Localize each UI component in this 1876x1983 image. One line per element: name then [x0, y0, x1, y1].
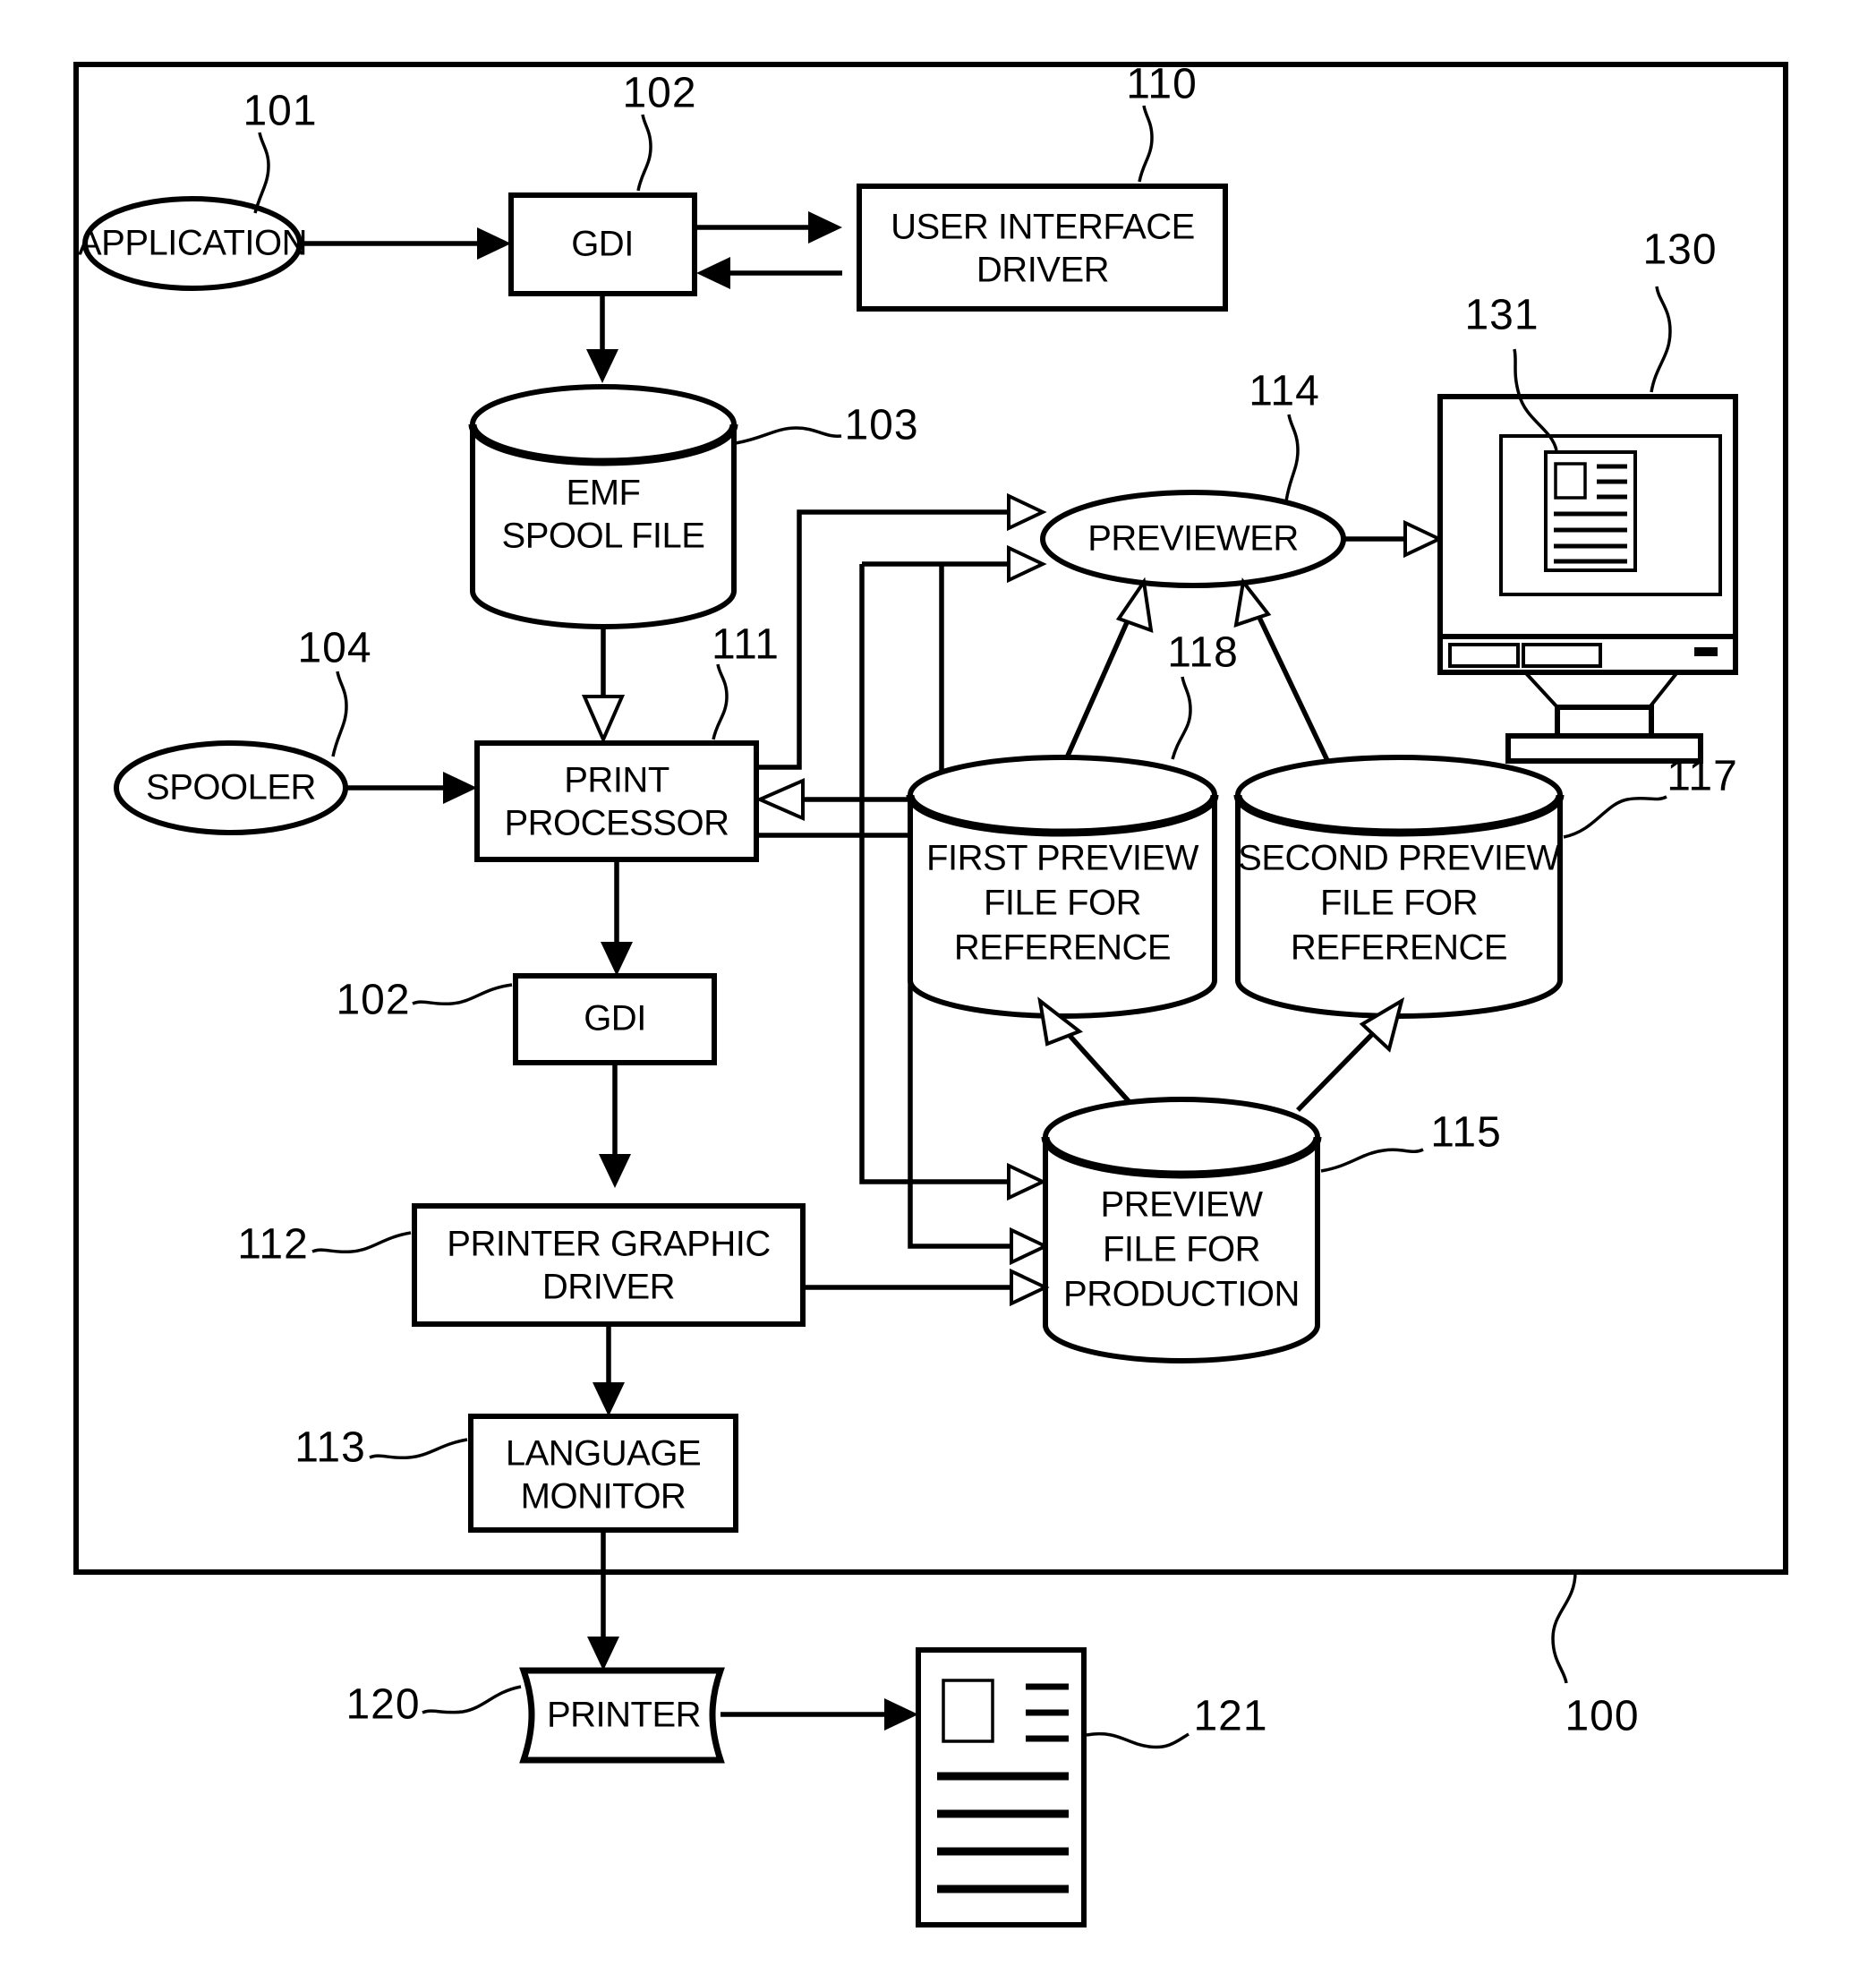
gdi-top-label: GDI [571, 225, 634, 264]
ref-num-118: 118 [1167, 629, 1239, 677]
leader-line-117 [1563, 795, 1667, 839]
arrowhead-gdi-to-emf-spool [586, 349, 618, 383]
arrowhead-first-preview-to-previewer [1115, 577, 1154, 634]
printer-graphic-driver-label-line2: DRIVER [542, 1268, 675, 1307]
ref-num-100: 100 [1565, 1693, 1639, 1740]
preview-file-production-label-line2: FILE FOR [1103, 1230, 1260, 1269]
gdi-bottom-label: GDI [584, 999, 646, 1039]
previewer-label: PREVIEWER [1087, 519, 1299, 559]
ref-num-110: 110 [1126, 61, 1198, 108]
ui-driver-label-line1: USER INTERFACE [891, 208, 1195, 247]
arrowhead-language-monitor-to-printer [587, 1637, 619, 1671]
second-preview-file-label-line2: FILE FOR [1320, 884, 1478, 923]
block-diagram-canvas: 100 APPLICATION 101 GDI 102 USER INTERFA… [73, 61, 1788, 1927]
ref-num-114: 114 [1249, 368, 1320, 415]
ref-num-121: 121 [1193, 1693, 1267, 1740]
first-preview-file-label-line1: FIRST PREVIEW [926, 839, 1199, 878]
leader-line-118 [1171, 676, 1192, 760]
arrowhead-gdi-bottom-to-graphic-driver [599, 1154, 631, 1188]
first-preview-file-label-line2: FILE FOR [984, 884, 1141, 923]
printed-document-node [916, 1647, 1087, 1927]
emf-spool-file-label-line2: SPOOL FILE [502, 517, 705, 556]
preview-file-production-label-line1: PREVIEW [1101, 1185, 1264, 1225]
arrowhead-application-to-gdi [477, 227, 511, 260]
ref-num-117: 117 [1667, 753, 1738, 800]
printer-graphic-driver-label-line1: PRINTER GRAPHIC [447, 1225, 770, 1264]
language-monitor-label-line1: LANGUAGE [506, 1434, 701, 1474]
leader-line-102-bottom [412, 983, 513, 1006]
leader-line-115 [1320, 1148, 1424, 1173]
print-processor-label-line2: PROCESSOR [504, 804, 729, 843]
line-print-processor-to-previewer [756, 509, 1018, 770]
ref-num-130: 130 [1642, 227, 1717, 274]
language-monitor-label-line2: MONITOR [521, 1477, 686, 1517]
ref-num-104: 104 [297, 625, 371, 672]
leader-line-103 [735, 426, 842, 445]
arrowhead-printer-to-document [884, 1698, 918, 1731]
ref-num-113: 113 [294, 1424, 366, 1472]
ui-driver-label-line2: DRIVER [976, 251, 1109, 290]
leader-line-100 [1551, 1571, 1577, 1684]
printer-label: PRINTER [547, 1696, 701, 1735]
arrowhead-preview-to-print-processor [755, 777, 805, 822]
line-first-preview-to-previewer [1058, 603, 1138, 774]
ref-num-111: 111 [712, 621, 780, 669]
application-label: APPLICATION [78, 224, 307, 263]
line-second-preview-to-previewer [1250, 603, 1335, 774]
leader-line-104 [331, 671, 348, 757]
arrowhead-gdi-to-ui-driver [808, 211, 842, 244]
leader-line-130 [1650, 286, 1672, 393]
leader-line-113 [369, 1438, 468, 1460]
ref-num-120: 120 [345, 1681, 420, 1729]
arrowhead-spooler-to-print-processor [443, 772, 477, 804]
spooler-label: SPOOLER [146, 768, 316, 808]
second-preview-file-label-line3: REFERENCE [1291, 928, 1507, 968]
leader-line-120 [422, 1685, 522, 1714]
arrowhead-previewer-to-monitor [1403, 519, 1444, 559]
emf-spool-file-label-line1: EMF [567, 474, 641, 513]
preview-file-production-label-line3: PRODUCTION [1063, 1275, 1300, 1314]
arrowhead-graphic-driver-to-preview-production-upper [1007, 1162, 1047, 1201]
leader-line-112 [311, 1231, 412, 1254]
leader-line-121 [1086, 1732, 1190, 1749]
arrowhead-graphic-driver-to-language-monitor [593, 1382, 625, 1416]
leader-line-114 [1284, 414, 1300, 502]
arrowhead-print-processor-to-previewer [1007, 492, 1047, 532]
ui-driver-node [857, 184, 1228, 312]
arrowhead-graphic-driver-to-preview-production-lower [1010, 1268, 1050, 1307]
arrowhead-print-processor-to-gdi-bottom [601, 942, 633, 976]
print-processor-label-line1: PRINT [564, 761, 669, 800]
second-preview-file-label-line1: SECOND PREVIEW [1238, 839, 1560, 878]
ref-num-115: 115 [1430, 1109, 1502, 1157]
ref-num-112: 112 [237, 1221, 309, 1269]
ref-num-102-top: 102 [622, 70, 696, 117]
arrowhead-second-preview-to-previewer [1233, 577, 1272, 628]
arrowhead-graphic-driver-to-previewer [1007, 544, 1047, 584]
leader-line-101 [253, 132, 270, 214]
first-preview-file-label-line3: REFERENCE [954, 928, 1171, 968]
ref-num-101: 101 [243, 88, 317, 135]
arrowhead-emf-spool-to-print-processor [581, 695, 626, 744]
arrowhead-print-processor-to-preview-production [1010, 1227, 1050, 1266]
leader-line-110 [1138, 105, 1154, 183]
ref-num-103: 103 [844, 402, 918, 449]
ref-num-102-bottom: 102 [336, 977, 410, 1024]
ref-num-131: 131 [1464, 292, 1539, 339]
leader-line-111 [712, 663, 729, 740]
arrowhead-ui-driver-to-gdi [696, 257, 730, 289]
patent-figure: 100 APPLICATION 101 GDI 102 USER INTERFA… [0, 0, 1876, 1983]
leader-line-102-top [636, 114, 652, 192]
